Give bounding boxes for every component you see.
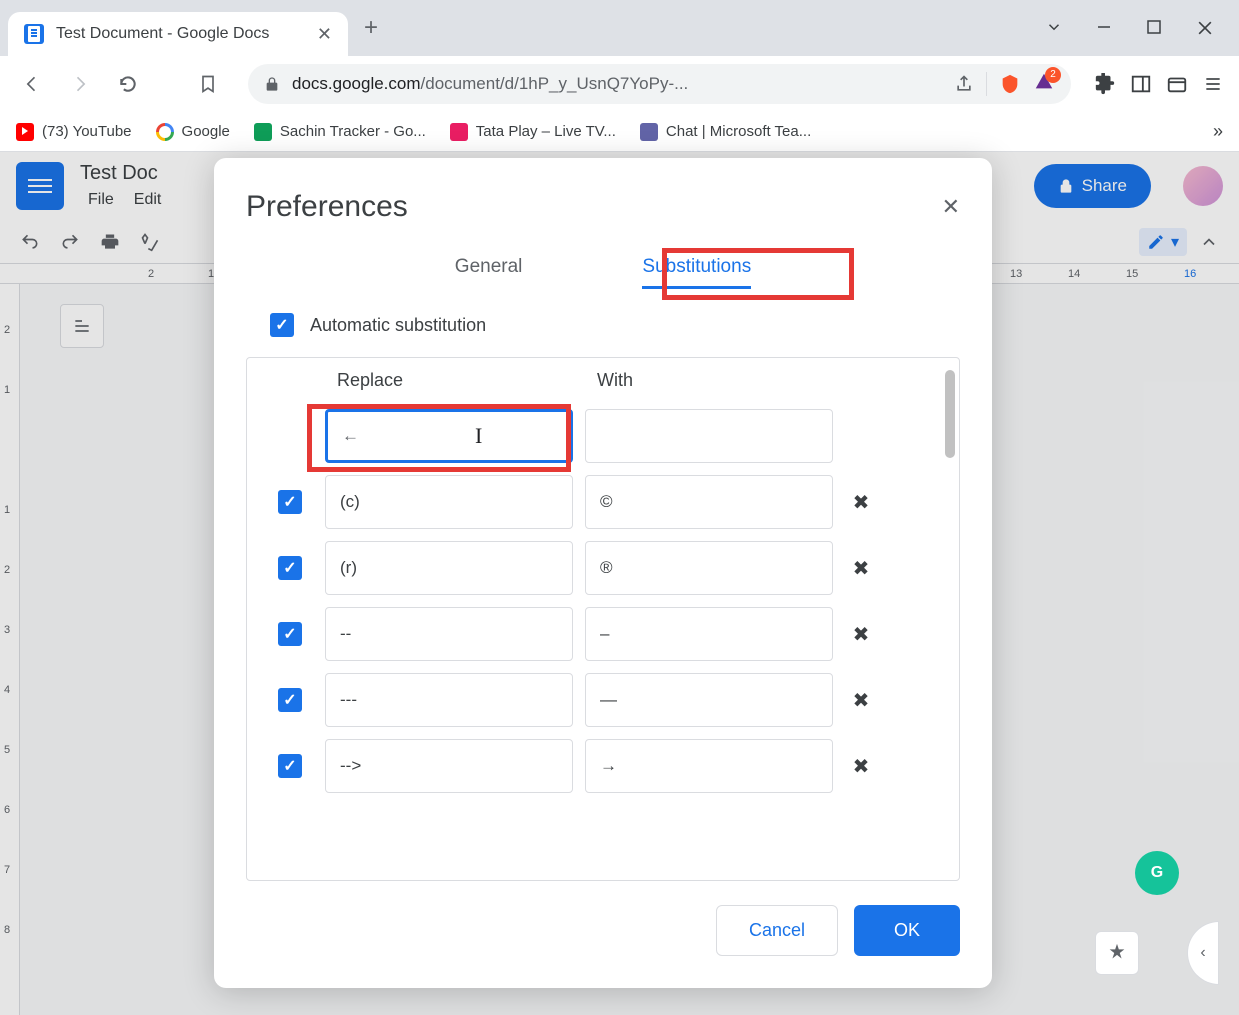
with-input[interactable] [585,475,833,529]
bookmark-google[interactable]: Google [156,123,230,141]
spellcheck-icon[interactable] [136,228,164,256]
url-bar[interactable]: docs.google.com/document/d/1hP_y_UsnQ7Yo… [248,64,1071,104]
bookmarks-overflow-icon[interactable]: » [1213,121,1223,142]
teams-icon [640,123,658,141]
bookmark-button[interactable] [188,64,228,104]
row-checkbox[interactable] [278,556,302,580]
substitution-row: ✖ [267,469,939,535]
outline-button[interactable] [60,304,104,348]
share-button[interactable]: Share [1034,164,1151,208]
google-icon [156,123,174,141]
maximize-icon[interactable] [1145,18,1163,36]
row-checkbox[interactable] [278,688,302,712]
bookmark-teams[interactable]: Chat | Microsoft Tea... [640,123,811,141]
with-input[interactable] [585,541,833,595]
explore-button[interactable] [1095,931,1139,975]
menu-edit[interactable]: Edit [126,189,170,211]
row-checkbox[interactable] [278,754,302,778]
replace-input[interactable] [325,541,573,595]
avatar[interactable] [1183,166,1223,206]
row-checkbox[interactable] [278,622,302,646]
scrollbar-thumb[interactable] [945,370,955,458]
new-tab-button[interactable]: + [364,14,378,42]
lock-icon [264,76,280,92]
grammarly-button[interactable]: G [1135,851,1179,895]
menu-icon[interactable] [1199,70,1227,98]
header-with: With [597,370,881,391]
share-url-icon[interactable] [954,74,974,94]
youtube-icon [16,123,34,141]
row-checkbox[interactable] [278,490,302,514]
close-modal-icon[interactable]: ✕ [942,194,960,220]
sheets-icon [254,123,272,141]
ok-button[interactable]: OK [854,905,960,956]
dropdown-caret-icon: ▾ [1171,232,1179,252]
print-icon[interactable] [96,228,124,256]
delete-row-icon[interactable]: ✖ [845,754,877,779]
pencil-icon [1147,233,1165,251]
header-replace: Replace [337,370,585,391]
bookmarks-bar: (73) YouTube Google Sachin Tracker - Go.… [0,112,1239,152]
url-text: docs.google.com/document/d/1hP_y_UsnQ7Yo… [292,74,942,94]
substitution-row: ✖ [267,535,939,601]
tata-icon [450,123,468,141]
replace-input[interactable] [325,673,573,727]
substitution-new-row: I [267,403,939,469]
replace-input[interactable] [325,739,573,793]
with-input[interactable] [585,607,833,661]
substitutions-table: Replace With I ✖ [246,357,960,881]
with-input[interactable] [585,673,833,727]
docs-logo-icon[interactable] [16,162,64,210]
tab-bar: Test Document - Google Docs ✕ + [0,0,1239,56]
browser-toolbar: docs.google.com/document/d/1hP_y_UsnQ7Yo… [0,56,1239,112]
with-input-new[interactable] [585,409,833,463]
chevron-down-icon[interactable] [1045,18,1063,36]
substitution-row: ✖ [267,733,939,799]
browser-chrome: Test Document - Google Docs ✕ + docs.goo… [0,0,1239,152]
brave-rewards-icon[interactable]: 2 [1033,71,1055,98]
sidebar-icon[interactable] [1127,70,1155,98]
delete-row-icon[interactable]: ✖ [845,556,877,581]
auto-substitution-label: Automatic substitution [310,315,486,336]
back-button[interactable] [12,64,52,104]
replace-input[interactable] [325,475,573,529]
close-window-icon[interactable] [1195,18,1215,38]
tab-general[interactable]: General [455,248,523,289]
minimize-icon[interactable] [1095,18,1113,36]
substitution-row: ✖ [267,601,939,667]
window-controls [1045,18,1231,38]
brave-shield-icon[interactable] [999,73,1021,95]
undo-icon[interactable] [16,228,44,256]
with-input[interactable] [585,739,833,793]
bookmark-youtube[interactable]: (73) YouTube [16,123,132,141]
replace-input-new[interactable] [325,409,573,463]
modal-title: Preferences [246,190,408,224]
tab-substitutions[interactable]: Substitutions [642,248,751,289]
delete-row-icon[interactable]: ✖ [845,490,877,515]
collapse-icon[interactable] [1195,228,1223,256]
editing-mode-button[interactable]: ▾ [1139,228,1187,256]
bookmark-tataplay[interactable]: Tata Play – Live TV... [450,123,616,141]
browser-tab[interactable]: Test Document - Google Docs ✕ [8,12,348,56]
delete-row-icon[interactable]: ✖ [845,622,877,647]
tab-title: Test Document - Google Docs [56,25,305,43]
forward-button[interactable] [60,64,100,104]
modal-tabs: General Substitutions [246,248,960,289]
menu-file[interactable]: File [80,189,122,211]
preferences-modal: Preferences ✕ General Substitutions Auto… [214,158,992,988]
auto-substitution-checkbox[interactable] [270,313,294,337]
substitution-row: ✖ [267,667,939,733]
bookmark-sheets[interactable]: Sachin Tracker - Go... [254,123,426,141]
redo-icon[interactable] [56,228,84,256]
replace-input[interactable] [325,607,573,661]
close-tab-icon[interactable]: ✕ [317,24,332,45]
wallet-icon[interactable] [1163,70,1191,98]
extensions-icon[interactable] [1091,70,1119,98]
vertical-ruler[interactable]: 2 1 1 2 3 4 5 6 7 8 [0,284,20,1015]
lock-icon [1058,178,1074,194]
delete-row-icon[interactable]: ✖ [845,688,877,713]
reload-button[interactable] [108,64,148,104]
cancel-button[interactable]: Cancel [716,905,838,956]
docs-favicon-icon [24,24,44,44]
